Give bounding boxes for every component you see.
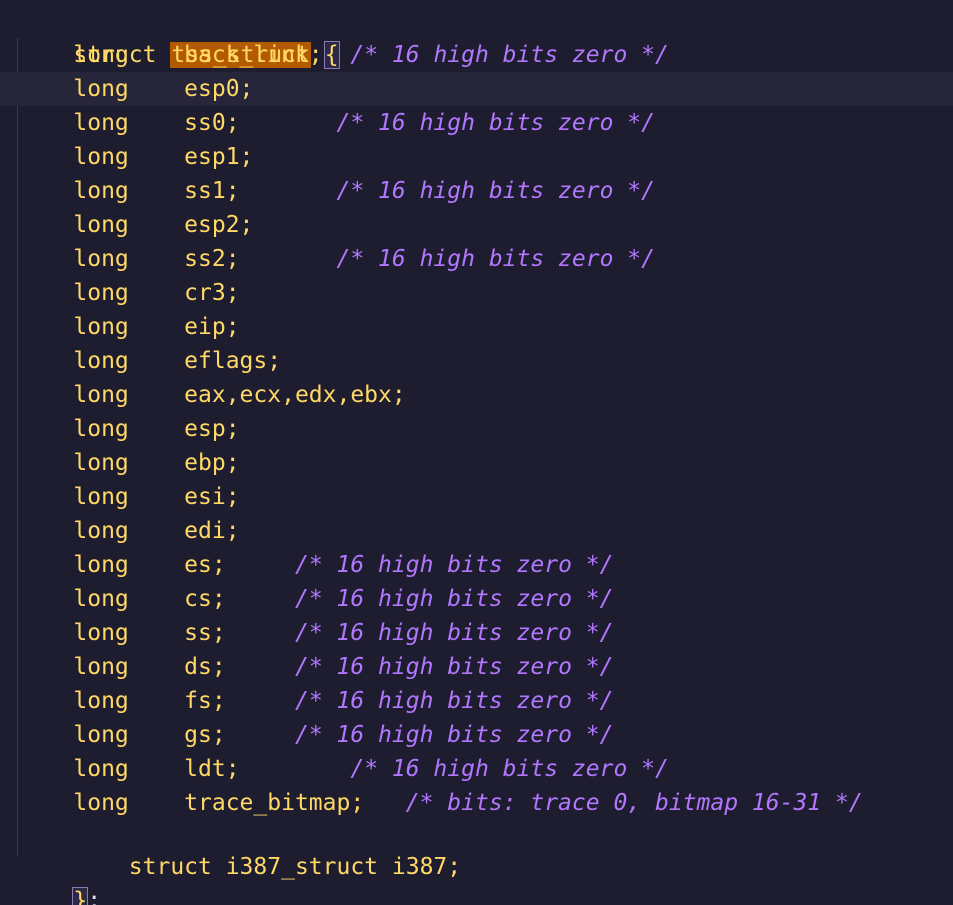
code-line-field[interactable]: long ss0; /* 16 high bits zero */ <box>0 106 953 140</box>
field-comment: /* 16 high bits zero */ <box>294 620 614 646</box>
code-line-field[interactable]: long ds; /* 16 high bits zero */ <box>0 650 953 684</box>
field-name: back_link; <box>184 42 323 68</box>
close-brace-match: } <box>72 887 89 905</box>
code-line-field[interactable]: long ss; /* 16 high bits zero */ <box>0 616 953 650</box>
field-name: cr3; <box>184 280 240 306</box>
code-line-field[interactable]: long ldt; /* 16 high bits zero */ <box>0 752 953 786</box>
alignment-padding <box>226 722 295 748</box>
field-comment: /* 16 high bits zero */ <box>294 722 614 748</box>
field-name: esp2; <box>184 212 254 238</box>
code-line-last-member[interactable]: struct i387_struct i387; <box>0 816 953 880</box>
field-name: esp1; <box>184 144 254 170</box>
field-comment: /* 16 high bits zero */ <box>294 654 614 680</box>
code-line-field[interactable]: long eip; <box>0 310 953 344</box>
field-name: es; <box>184 552 226 578</box>
code-line-field[interactable]: long trace_bitmap; /* bits: trace 0, bit… <box>0 786 953 820</box>
code-line-field[interactable]: long ss1; /* 16 high bits zero */ <box>0 174 953 208</box>
alignment-padding <box>364 790 406 816</box>
field-type: long <box>73 756 129 782</box>
alignment-padding <box>240 110 337 136</box>
alignment-padding <box>226 552 295 578</box>
field-type: long <box>73 42 129 68</box>
field-name: cs; <box>184 586 226 612</box>
field-name: ss; <box>184 620 226 646</box>
field-comment: /* 16 high bits zero */ <box>294 552 614 578</box>
code-line-closing[interactable]: }; <box>0 850 953 905</box>
field-type: long <box>73 144 129 170</box>
field-name: trace_bitmap; <box>184 790 365 816</box>
field-name: esi; <box>184 484 240 510</box>
field-type: long <box>73 654 129 680</box>
code-line-field[interactable]: long eax,ecx,edx,ebx; <box>0 378 953 412</box>
code-line-field[interactable]: long esi; <box>0 480 953 514</box>
alignment-padding <box>240 178 337 204</box>
code-line-struct-header[interactable]: struct tss_struct { <box>0 4 953 69</box>
code-line-field[interactable]: long cr3; <box>0 276 953 310</box>
alignment-padding <box>240 246 337 272</box>
field-type: long <box>73 518 129 544</box>
code-line-field[interactable]: long esp; <box>0 412 953 446</box>
alignment-padding <box>323 42 351 68</box>
code-line-field[interactable]: long eflags; <box>0 344 953 378</box>
code-line-field[interactable]: long esp2; <box>0 208 953 242</box>
field-comment: /* 16 high bits zero */ <box>294 688 614 714</box>
field-name: ds; <box>184 654 226 680</box>
field-type: long <box>73 620 129 646</box>
code-line-field[interactable]: long edi; <box>0 514 953 548</box>
code-line-field[interactable]: long esp1; <box>0 140 953 174</box>
field-comment: /* 16 high bits zero */ <box>336 178 656 204</box>
field-name: ldt; <box>184 756 240 782</box>
field-type: long <box>73 722 129 748</box>
field-comment: /* 16 high bits zero */ <box>336 110 656 136</box>
field-name: esp; <box>184 416 240 442</box>
field-name: esp0; <box>184 76 254 102</box>
code-line-field[interactable]: long es; /* 16 high bits zero */ <box>0 548 953 582</box>
alignment-padding <box>226 620 295 646</box>
code-line-field[interactable]: long ss2; /* 16 high bits zero */ <box>0 242 953 276</box>
code-line-field[interactable]: long esp0; <box>0 72 953 106</box>
field-type: long <box>73 212 129 238</box>
field-name: eip; <box>184 314 240 340</box>
code-line-field[interactable]: long cs; /* 16 high bits zero */ <box>0 582 953 616</box>
field-comment: /* 16 high bits zero */ <box>350 756 669 782</box>
field-name: gs; <box>184 722 226 748</box>
code-line-field[interactable]: long ebp; <box>0 446 953 480</box>
field-comment: /* bits: trace 0, bitmap 16-31 */ <box>405 790 863 816</box>
field-name: ss1; <box>184 178 240 204</box>
code-line-field[interactable]: long gs; /* 16 high bits zero */ <box>0 718 953 752</box>
field-name: eax,ecx,edx,ebx; <box>184 382 406 408</box>
field-comment: /* 16 high bits zero */ <box>294 586 614 612</box>
field-name: ss0; <box>184 110 240 136</box>
alignment-padding <box>226 654 295 680</box>
field-type: long <box>73 110 129 136</box>
field-type: long <box>73 450 129 476</box>
field-type: long <box>73 416 129 442</box>
field-type: long <box>73 280 129 306</box>
field-name: eflags; <box>184 348 282 374</box>
field-comment: /* 16 high bits zero */ <box>336 246 656 272</box>
field-type: long <box>73 552 129 578</box>
field-type: long <box>73 314 129 340</box>
field-type: long <box>73 790 129 816</box>
field-type: long <box>73 76 129 102</box>
code-line-field[interactable]: long fs; /* 16 high bits zero */ <box>0 684 953 718</box>
code-line-field[interactable]: long back_link; /* 16 high bits zero */ <box>0 38 953 72</box>
field-type: long <box>73 348 129 374</box>
close-semicolon: ; <box>87 888 102 905</box>
field-name: edi; <box>184 518 240 544</box>
field-type: long <box>73 484 129 510</box>
field-type: long <box>73 688 129 714</box>
field-type: long <box>73 586 129 612</box>
alignment-padding <box>226 586 295 612</box>
field-name: fs; <box>184 688 226 714</box>
field-type: long <box>73 382 129 408</box>
alignment-padding <box>240 756 351 782</box>
field-type: long <box>73 178 129 204</box>
code-editor[interactable]: struct tss_struct { long back_link; /* 1… <box>0 0 953 905</box>
field-type: long <box>73 246 129 272</box>
field-name: ss2; <box>184 246 240 272</box>
alignment-padding <box>226 688 295 714</box>
field-comment: /* 16 high bits zero */ <box>350 42 669 68</box>
field-name: ebp; <box>184 450 240 476</box>
